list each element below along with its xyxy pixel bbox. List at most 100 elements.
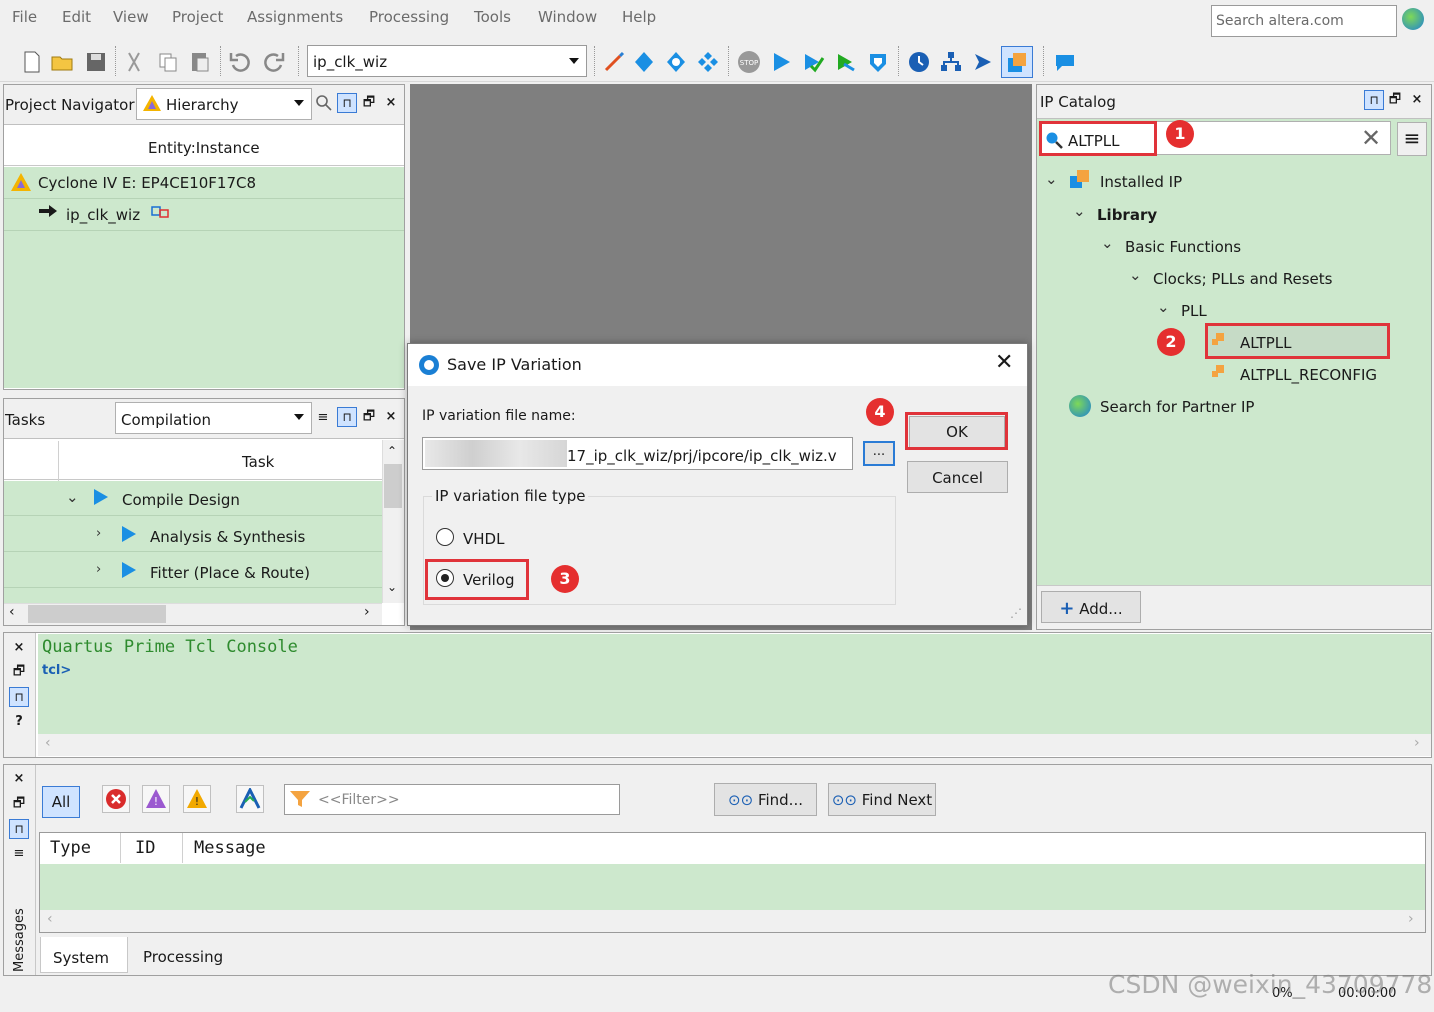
- scroll-right-icon[interactable]: ›: [364, 604, 370, 620]
- resize-grip-icon[interactable]: ⋰: [1010, 606, 1022, 620]
- close-icon[interactable]: ×: [10, 770, 28, 788]
- menu-window[interactable]: Window: [538, 8, 597, 26]
- find-next-button[interactable]: ⊙⊙ Find Next: [828, 783, 936, 816]
- chat-bubble-icon[interactable]: [1053, 50, 1077, 74]
- compilation-select[interactable]: Compilation: [115, 402, 312, 434]
- instance-label[interactable]: ip_clk_wiz: [66, 206, 140, 224]
- chevron-down-icon[interactable]: ⌄: [1157, 298, 1170, 316]
- scroll-left-icon[interactable]: ‹: [47, 911, 53, 927]
- tree-pll[interactable]: PLL: [1181, 302, 1207, 320]
- globe-icon[interactable]: [1402, 8, 1424, 30]
- messages-horizontal-scrollbar[interactable]: [40, 910, 1425, 932]
- restore-icon[interactable]: 🗗: [10, 663, 28, 681]
- assembler-icon[interactable]: [866, 50, 890, 74]
- new-file-icon[interactable]: [20, 50, 44, 74]
- menu-lines-icon[interactable]: ≡: [314, 409, 332, 427]
- save-icon[interactable]: [84, 50, 108, 74]
- tree-partner-ip[interactable]: Search for Partner IP: [1100, 398, 1254, 416]
- add-button[interactable]: + Add...: [1041, 591, 1141, 623]
- scroll-right-icon[interactable]: ›: [1414, 735, 1420, 751]
- menu-processing[interactable]: Processing: [369, 8, 449, 26]
- chevron-down-icon[interactable]: ⌄: [1129, 266, 1142, 284]
- pin-icon[interactable]: ⊓: [9, 687, 29, 707]
- restore-icon[interactable]: 🗗: [360, 408, 378, 426]
- message-list[interactable]: [40, 864, 1425, 910]
- vhdl-radio[interactable]: [436, 528, 454, 546]
- find-button[interactable]: ⊙⊙ Find...: [714, 783, 817, 816]
- play-icon[interactable]: [122, 526, 136, 542]
- scroll-left-icon[interactable]: ‹: [9, 604, 15, 620]
- chevron-down-icon[interactable]: ⌄: [1101, 234, 1114, 252]
- scrollbar-thumb[interactable]: [28, 605, 166, 623]
- menu-edit[interactable]: Edit: [62, 8, 91, 26]
- tree-installed-ip[interactable]: Installed IP: [1100, 173, 1182, 191]
- menu-lines-icon[interactable]: ≡: [10, 845, 28, 863]
- undo-icon[interactable]: [228, 50, 252, 74]
- paste-icon[interactable]: [188, 50, 212, 74]
- menu-project[interactable]: Project: [172, 8, 223, 26]
- chevron-down-icon[interactable]: ⌄: [66, 488, 79, 506]
- menu-assignments[interactable]: Assignments: [247, 8, 343, 26]
- cut-icon[interactable]: [122, 50, 146, 74]
- start-compilation-icon[interactable]: [769, 50, 793, 74]
- tree-basic-functions[interactable]: Basic Functions: [1125, 238, 1241, 256]
- scroll-up-icon[interactable]: ⌃: [387, 444, 397, 458]
- task-fitter[interactable]: Fitter (Place & Route): [150, 564, 310, 582]
- tree-library[interactable]: Library: [1097, 206, 1157, 224]
- scroll-right-icon[interactable]: ›: [1408, 911, 1414, 927]
- column-id[interactable]: ID: [135, 838, 155, 858]
- pin-planner-icon[interactable]: [602, 50, 626, 74]
- vhdl-label[interactable]: VHDL: [463, 530, 504, 548]
- close-icon[interactable]: ×: [382, 408, 400, 426]
- close-icon[interactable]: ✕: [995, 350, 1013, 375]
- menu-file[interactable]: File: [12, 8, 37, 26]
- device-label[interactable]: Cyclone IV E: EP4CE10F17C8: [38, 174, 256, 192]
- tcl-prompt[interactable]: tcl>: [42, 663, 71, 678]
- tab-system-label[interactable]: System: [53, 949, 109, 967]
- scroll-left-icon[interactable]: ‹: [45, 735, 51, 751]
- restore-icon[interactable]: 🗗: [360, 94, 378, 112]
- scrollbar-thumb[interactable]: [384, 464, 402, 508]
- task-analysis-synthesis[interactable]: Analysis & Synthesis: [150, 528, 305, 546]
- menu-view[interactable]: View: [113, 8, 149, 26]
- top-entity-select[interactable]: ip_clk_wiz: [307, 45, 587, 77]
- column-type[interactable]: Type: [50, 838, 91, 858]
- pin-icon[interactable]: ⊓: [1364, 90, 1384, 110]
- netlist-viewer-icon[interactable]: [939, 50, 963, 74]
- design-partition-icon[interactable]: [696, 50, 720, 74]
- programmer-icon[interactable]: [971, 50, 995, 74]
- stop-icon[interactable]: STOP: [737, 50, 761, 74]
- redo-icon[interactable]: [262, 50, 286, 74]
- console-horizontal-scrollbar[interactable]: [38, 734, 1431, 756]
- chevron-down-icon[interactable]: ⌄: [1045, 170, 1058, 188]
- menu-help[interactable]: Help: [622, 8, 656, 26]
- open-folder-icon[interactable]: [50, 50, 74, 74]
- tab-processing[interactable]: Processing: [143, 948, 223, 966]
- tree-altpll-reconfig[interactable]: ALTPLL_RECONFIG: [1240, 366, 1377, 384]
- copy-icon[interactable]: [156, 50, 180, 74]
- task-compile-design[interactable]: Compile Design: [122, 491, 240, 509]
- scroll-down-icon[interactable]: ⌄: [387, 580, 397, 594]
- pin-icon[interactable]: ⊓: [337, 93, 357, 113]
- menu-tools[interactable]: Tools: [474, 8, 511, 26]
- timing-analyzer-icon[interactable]: [907, 50, 931, 74]
- close-icon[interactable]: ×: [10, 639, 28, 657]
- restore-icon[interactable]: 🗗: [1386, 91, 1404, 109]
- fitter-icon[interactable]: [834, 50, 858, 74]
- tree-clocks-plls[interactable]: Clocks; PLLs and Resets: [1153, 270, 1332, 288]
- search-icon[interactable]: [315, 94, 333, 112]
- close-icon[interactable]: ×: [1408, 91, 1426, 109]
- synthesis-icon[interactable]: [664, 50, 688, 74]
- analysis-icon[interactable]: [632, 50, 656, 74]
- help-icon[interactable]: ?: [10, 713, 28, 731]
- column-message[interactable]: Message: [194, 838, 266, 858]
- pin-icon[interactable]: ⊓: [337, 407, 357, 427]
- close-icon[interactable]: ×: [382, 94, 400, 112]
- restore-icon[interactable]: 🗗: [10, 795, 28, 813]
- cancel-button[interactable]: Cancel: [907, 461, 1008, 493]
- browse-button[interactable]: ...: [863, 441, 895, 466]
- play-icon[interactable]: [122, 562, 136, 578]
- pin-icon[interactable]: ⊓: [9, 819, 29, 839]
- clear-search-icon[interactable]: ✕: [1361, 124, 1381, 152]
- analysis-synthesis-icon[interactable]: [801, 50, 825, 74]
